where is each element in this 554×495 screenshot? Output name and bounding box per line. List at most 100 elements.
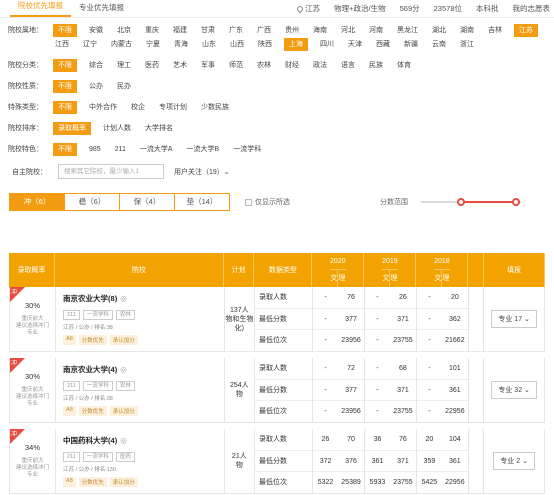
filter-option[interactable]: 艺术 — [171, 59, 189, 72]
filter-option[interactable]: 大学排名 — [143, 122, 175, 135]
filter-option[interactable]: 民办 — [115, 80, 133, 93]
filter-option[interactable]: 计划人数 — [101, 122, 133, 135]
filter-option[interactable]: 青海 — [172, 38, 190, 51]
filter-option[interactable]: 吉林 — [486, 24, 504, 37]
filter-option[interactable]: 一流大学A — [138, 143, 175, 156]
filter-option[interactable]: 贵州 — [283, 24, 301, 37]
filter-option[interactable]: 宁夏 — [144, 38, 162, 51]
fill-cell: 专业 2 ⌄ — [484, 429, 545, 493]
filter-option[interactable]: 综合 — [87, 59, 105, 72]
school-search-input[interactable]: 搜索其它院校，最少输入1 — [58, 164, 164, 179]
tab-by-school[interactable]: 院校优先填报 — [10, 0, 71, 17]
filter-option[interactable]: 211 — [113, 143, 128, 156]
filter-option[interactable]: 医药 — [143, 59, 161, 72]
filter-option[interactable]: 军事 — [199, 59, 217, 72]
data-value: 101 — [449, 365, 461, 372]
filter-option[interactable]: 江苏 — [514, 24, 538, 37]
filter-option[interactable]: 海南 — [311, 24, 329, 37]
filter-option[interactable]: 公办 — [87, 80, 105, 93]
batch-selector[interactable]: 本科批 — [476, 3, 499, 14]
filter-option[interactable]: 江西 — [53, 38, 71, 51]
tab-by-major[interactable]: 专业优先填报 — [71, 2, 132, 17]
filter-option[interactable]: 内蒙古 — [109, 38, 134, 51]
filter-option[interactable]: 云南 — [430, 38, 448, 51]
user-follow-dropdown[interactable]: 用户关注（19）⌄ — [174, 167, 230, 177]
filter-option[interactable]: 辽宁 — [81, 38, 99, 51]
filter-option[interactable]: 湖南 — [458, 24, 476, 37]
filter-option[interactable]: 广东 — [227, 24, 245, 37]
filter-option[interactable]: 理工 — [115, 59, 133, 72]
segment-tab[interactable]: 保（4） — [119, 193, 175, 211]
filter-option[interactable]: 师范 — [227, 59, 245, 72]
major-select-button[interactable]: 专业 17 ⌄ — [491, 310, 537, 328]
filter-option[interactable]: 安徽 — [87, 24, 105, 37]
filter-option[interactable]: 985 — [87, 143, 103, 156]
filter-option[interactable]: 西藏 — [374, 38, 392, 51]
filter-option[interactable]: 不限 — [53, 59, 77, 72]
filter-option[interactable]: 少数民族 — [199, 101, 231, 114]
filter-option[interactable]: 山西 — [228, 38, 246, 51]
filter-option[interactable]: 北京 — [115, 24, 133, 37]
data-value: 5425 — [421, 479, 438, 487]
filter-option[interactable]: 不限 — [53, 80, 77, 93]
my-plan-link[interactable]: 我的志愿表 — [513, 3, 551, 14]
segment-tab[interactable]: 稳（6） — [64, 193, 120, 211]
filter-option[interactable]: 新疆 — [402, 38, 420, 51]
data-value: 361 — [449, 386, 461, 394]
filter-option[interactable]: 政法 — [311, 59, 329, 72]
filter-option[interactable]: 不限 — [53, 24, 77, 37]
filter-option[interactable]: 不限 — [53, 143, 77, 156]
filter-option[interactable]: 河南 — [367, 24, 385, 37]
filter-option[interactable]: 录取概率 — [53, 122, 91, 135]
fill-cell: 专业 17 ⌄ — [484, 287, 545, 351]
filter-option[interactable]: 四川 — [318, 38, 336, 51]
data-value: 21662 — [445, 337, 465, 345]
filter-option[interactable]: 体育 — [395, 59, 413, 72]
data-value: - — [324, 408, 327, 416]
only-selected-checkbox[interactable] — [245, 198, 252, 206]
filter-option[interactable]: 陕西 — [256, 38, 274, 51]
filter-option[interactable]: 浙江 — [458, 38, 476, 51]
filter-option[interactable]: 天津 — [346, 38, 364, 51]
province-selector[interactable]: 江苏 — [295, 3, 320, 14]
school-name[interactable]: 南京农业大学(4) ◎ — [63, 364, 224, 375]
filter-option[interactable]: 湖北 — [430, 24, 448, 37]
filter-option[interactable]: 上海 — [284, 38, 308, 51]
filter-option[interactable]: 民族 — [367, 59, 385, 72]
eye-icon[interactable]: ◎ — [120, 294, 127, 303]
school-name[interactable]: 中国药科大学(4) ◎ — [63, 435, 224, 446]
major-select-button[interactable]: 专业 2 ⌄ — [493, 452, 535, 470]
filter-option[interactable]: 一流大学B — [185, 143, 222, 156]
school-features: A8 分数优先 承认加分 — [63, 477, 224, 487]
segment-tab[interactable]: 冲（6） — [9, 193, 65, 211]
filter-option[interactable]: 不限 — [53, 101, 77, 114]
slider-handle-low[interactable] — [457, 198, 465, 206]
eye-icon[interactable]: ◎ — [120, 436, 127, 445]
filter-option[interactable]: 福建 — [171, 24, 189, 37]
data-line: - 362 — [416, 309, 468, 331]
filter-option[interactable]: 农林 — [255, 59, 273, 72]
filter-option[interactable]: 校企 — [129, 101, 147, 114]
filter-option[interactable]: 山东 — [200, 38, 218, 51]
filter-option[interactable]: 语言 — [339, 59, 357, 72]
data-type-labels: 录取人数 最低分数 最低位次 — [255, 358, 313, 422]
data-value: 76 — [399, 436, 407, 443]
filter-option[interactable]: 一流学科 — [231, 143, 263, 156]
filter-option[interactable]: 黑龙江 — [395, 24, 420, 37]
filter-option[interactable]: 财经 — [283, 59, 301, 72]
school-name[interactable]: 南京农业大学(8) ◎ — [63, 293, 224, 304]
header-spacer — [468, 253, 485, 287]
score-range-slider[interactable] — [421, 196, 521, 208]
major-select-button[interactable]: 专业 32 ⌄ — [491, 381, 537, 399]
data-line: - 23755 — [365, 401, 416, 423]
segment-tab[interactable]: 垫（14） — [174, 193, 230, 211]
filter-option[interactable]: 广西 — [255, 24, 273, 37]
year-label: 2020 — [330, 253, 346, 270]
filter-option[interactable]: 中外合作 — [87, 101, 119, 114]
slider-handle-high[interactable] — [512, 198, 520, 206]
filter-option[interactable]: 重庆 — [143, 24, 161, 37]
filter-option[interactable]: 甘肃 — [199, 24, 217, 37]
eye-icon[interactable]: ◎ — [120, 365, 127, 374]
filter-option[interactable]: 专项计划 — [157, 101, 189, 114]
filter-option[interactable]: 河北 — [339, 24, 357, 37]
